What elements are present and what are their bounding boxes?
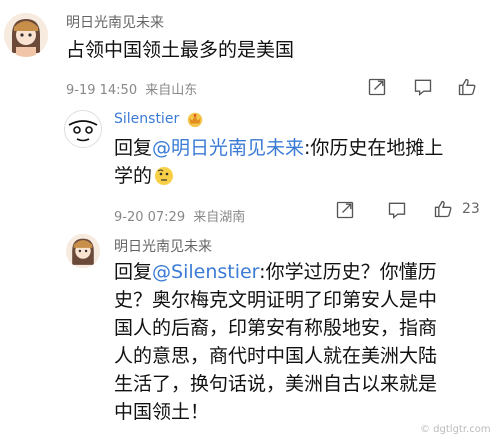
comment1-timestamp: 9-19 14:50 来自山东 xyxy=(66,79,197,98)
comment2-line2: 学的 xyxy=(114,162,484,190)
comment3-mention-link[interactable]: @Silenstier xyxy=(152,261,259,283)
comment2-reply-prefix: 回复 xyxy=(114,137,153,159)
comment2-location: 来自湖南 xyxy=(193,210,246,225)
comment3-line5: 生活了，换句话说，美洲自古以来就是 xyxy=(114,373,438,395)
comment3-username[interactable]: 明日光南见未来 xyxy=(114,236,212,256)
comment2-text-line1: :你历史在地摊上 xyxy=(304,137,444,159)
crown-badge-icon xyxy=(186,110,204,128)
avatar-user1[interactable] xyxy=(4,13,48,57)
comment1-username[interactable]: 明日光南见未来 xyxy=(66,12,164,32)
comment3-text: 回复@Silenstier:你学过历史？你懂历 史？奥尔梅克文明证明了印第安人是… xyxy=(114,258,489,426)
comment1-date: 9-19 14:50 xyxy=(66,83,138,98)
thinking-emoji xyxy=(154,166,174,186)
comment2-share-icon[interactable] xyxy=(334,199,356,221)
comment2-timestamp: 9-20 07:29 来自湖南 xyxy=(114,206,245,225)
comment1-comment-icon[interactable] xyxy=(412,76,434,98)
comment2-comment-icon[interactable] xyxy=(386,199,408,221)
watermark: © dgtlgtr.com xyxy=(420,424,491,435)
comment2-text-line2: 学的 xyxy=(114,165,153,187)
comment2-username-label[interactable]: Silenstier xyxy=(114,111,179,127)
comment2-date: 9-20 07:29 xyxy=(114,210,186,225)
comment2-line1: 回复@明日光南见未来:你历史在地摊上 xyxy=(114,134,484,162)
comment2-username[interactable]: Silenstier xyxy=(114,111,179,127)
avatar-user1-reply[interactable] xyxy=(66,234,100,268)
comment2-mention-link[interactable]: @明日光南见未来 xyxy=(152,137,304,159)
comment1-text: 占领中国领土最多的是美国 xyxy=(66,39,295,61)
comment3-text-line1: :你学过历史？你懂历 xyxy=(259,261,437,283)
comment3-line1: 回复@Silenstier:你学过历史？你懂历 xyxy=(114,258,489,286)
comment3-line6: 中国领土！ xyxy=(114,401,210,423)
comment3-line4: 人的意思，商代时中国人就在美洲大陆 xyxy=(114,345,438,367)
comment3-line3: 国人的后裔，印第安有称殷地安，指商 xyxy=(114,317,438,339)
comment1-share-icon[interactable] xyxy=(366,76,388,98)
comment3-line2: 史？奥尔梅克文明证明了印第安人是中 xyxy=(114,289,438,311)
avatar-silenstier[interactable] xyxy=(64,110,102,148)
comment2-like-count: 23 xyxy=(462,201,480,217)
comment3-reply-prefix: 回复 xyxy=(114,261,153,283)
comment1-location: 来自山东 xyxy=(145,83,198,98)
comment2-like-icon[interactable] xyxy=(432,198,454,220)
comment1-like-icon[interactable] xyxy=(456,76,478,98)
comment2-text: 回复@明日光南见未来:你历史在地摊上 学的 xyxy=(114,134,484,190)
